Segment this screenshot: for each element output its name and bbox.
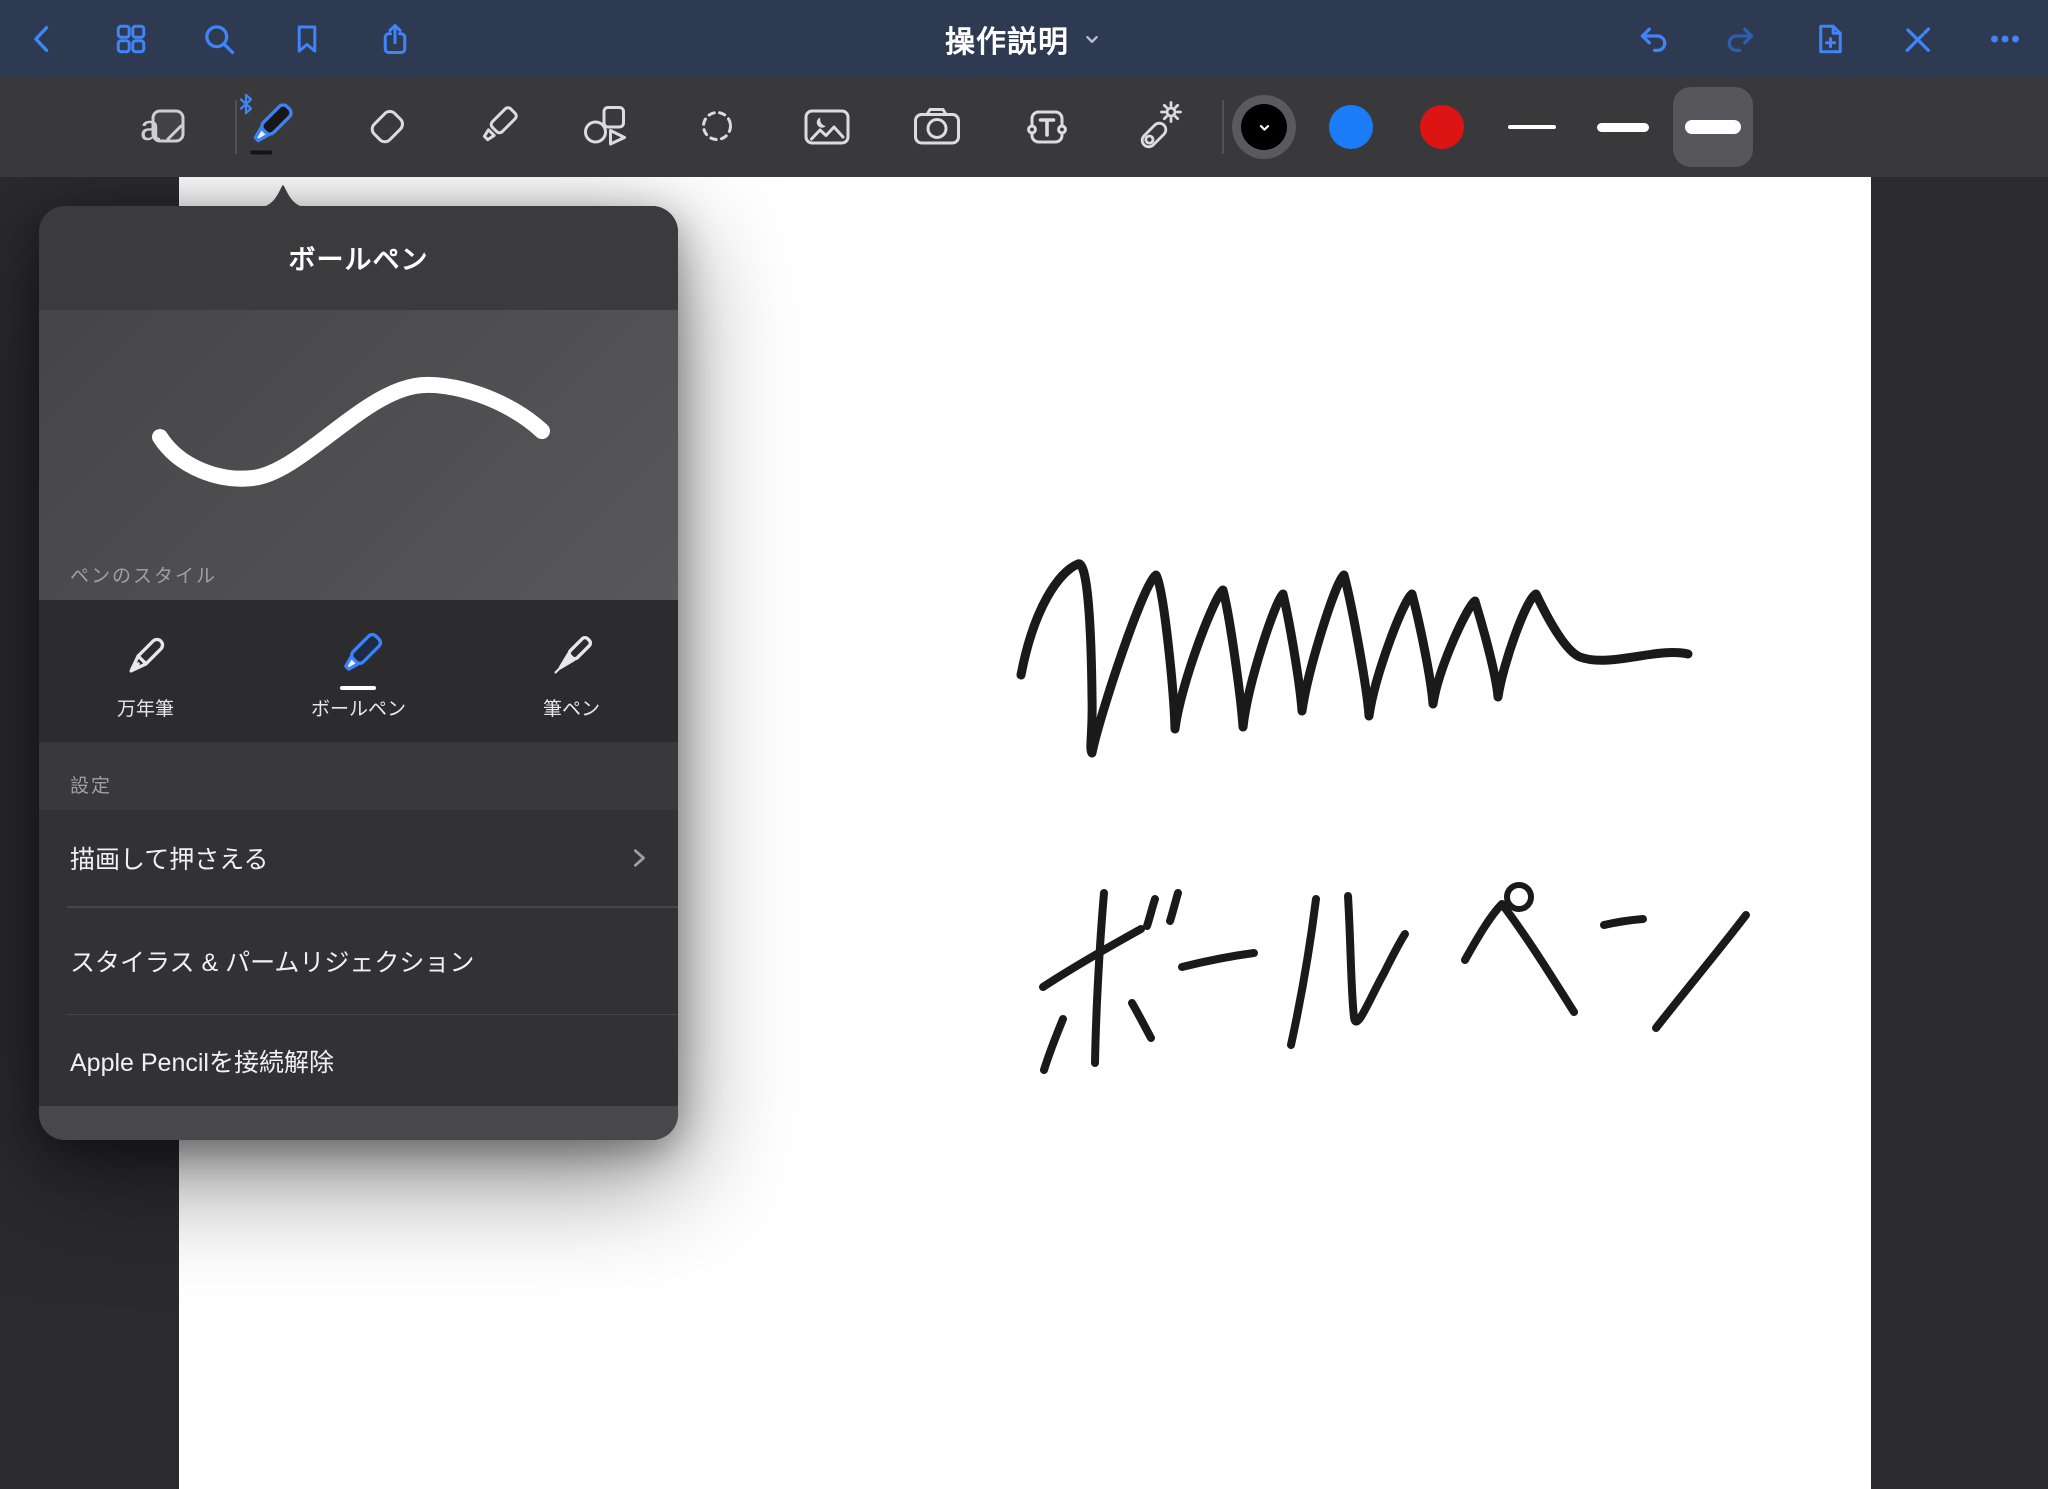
share-button[interactable] bbox=[373, 11, 417, 67]
zoom-window-icon: a bbox=[137, 99, 193, 155]
thumbnails-button[interactable] bbox=[109, 11, 153, 67]
brush-pen-icon bbox=[541, 620, 603, 692]
pen-style-brush[interactable]: 筆ペン bbox=[465, 600, 678, 742]
lasso-icon bbox=[689, 99, 745, 155]
redo-button[interactable] bbox=[1719, 11, 1763, 67]
image-icon bbox=[799, 99, 855, 155]
pen-tool-selected[interactable] bbox=[237, 77, 301, 177]
popover-arrow bbox=[259, 178, 307, 207]
pen-style-options: 万年筆 ボールペン 筆ペン bbox=[39, 600, 678, 742]
thick-stroke-sample bbox=[1685, 120, 1741, 134]
ballpoint-pen-icon bbox=[328, 620, 390, 692]
color-swatch-black-selected[interactable] bbox=[1232, 95, 1296, 159]
popover-header: ボールペン bbox=[39, 206, 678, 310]
chevron-down-icon bbox=[1256, 119, 1273, 136]
document-title-button[interactable]: 操作説明 bbox=[945, 0, 1103, 77]
stroke-width-thin[interactable] bbox=[1492, 87, 1572, 167]
popover-title: ボールペン bbox=[289, 238, 429, 277]
setting-row-draw-and-hold[interactable]: 描画して押さえる bbox=[39, 810, 678, 907]
settings-section-label: 設定 bbox=[70, 771, 112, 798]
bookmark-button[interactable] bbox=[285, 11, 329, 67]
undo-icon bbox=[1635, 21, 1671, 57]
nav-right-group bbox=[1631, 11, 2048, 67]
highlighter-icon bbox=[469, 99, 525, 155]
fountain-pen-icon bbox=[115, 620, 177, 692]
medium-stroke-sample bbox=[1597, 123, 1649, 132]
drawing-toolbar: a bbox=[0, 77, 2048, 177]
pen-style-ballpoint-selected[interactable]: ボールペン bbox=[252, 600, 465, 742]
stroke-width-medium[interactable] bbox=[1583, 87, 1663, 167]
search-icon bbox=[201, 21, 237, 57]
highlighter-tool[interactable] bbox=[469, 77, 525, 177]
selected-style-underline bbox=[340, 686, 376, 691]
camera-tool[interactable] bbox=[909, 77, 965, 177]
more-button[interactable] bbox=[1983, 11, 2027, 67]
page-title: 操作説明 bbox=[945, 17, 1069, 61]
pen-style-section-label: ペンのスタイル bbox=[70, 561, 217, 588]
camera-icon bbox=[909, 99, 965, 155]
zoom-window-tool[interactable]: a bbox=[137, 77, 193, 177]
stroke-preview-area: ペンのスタイル bbox=[39, 310, 678, 600]
more-icon bbox=[1987, 21, 2023, 57]
setting-row-disconnect-apple-pencil[interactable]: Apple Pencilを接続解除 bbox=[39, 1015, 678, 1106]
bookmark-icon bbox=[290, 22, 324, 56]
toolbar-divider bbox=[1222, 100, 1224, 154]
pen-settings-popover: ボールペン ペンのスタイル 万年筆 ボールペン bbox=[39, 206, 678, 1140]
title-chevron-down-icon bbox=[1081, 28, 1103, 50]
stroke-preview-wave bbox=[39, 310, 678, 600]
pen-style-label: ボールペン bbox=[311, 694, 406, 721]
setting-label: Apple Pencilを接続解除 bbox=[70, 1043, 334, 1079]
add-page-button[interactable] bbox=[1807, 11, 1851, 67]
settings-section-header: 設定 bbox=[39, 742, 678, 810]
grid-view-icon bbox=[113, 21, 149, 57]
chevron-right-icon bbox=[628, 843, 650, 873]
undo-button[interactable] bbox=[1631, 11, 1675, 67]
setting-row-stylus-palm-rejection[interactable]: スタイラス & パームリジェクション bbox=[39, 908, 678, 1014]
text-icon bbox=[1019, 99, 1075, 155]
svg-text:a: a bbox=[140, 107, 161, 148]
lasso-tool[interactable] bbox=[689, 77, 745, 177]
shapes-icon bbox=[579, 99, 635, 155]
back-icon bbox=[26, 22, 60, 56]
top-navigation-bar: 操作説明 bbox=[0, 0, 2048, 77]
laser-pointer-icon bbox=[1129, 99, 1185, 155]
popover-footer bbox=[39, 1106, 678, 1140]
black-color-swatch bbox=[1241, 104, 1287, 150]
add-page-icon bbox=[1811, 21, 1847, 57]
stylus-disable-button[interactable] bbox=[1895, 11, 1939, 67]
shapes-tool[interactable] bbox=[579, 77, 635, 177]
insert-image-tool[interactable] bbox=[799, 77, 855, 177]
eraser-icon bbox=[359, 99, 415, 155]
stroke-width-thick-selected[interactable] bbox=[1673, 87, 1753, 167]
share-icon bbox=[377, 21, 413, 57]
setting-label: スタイラス & パームリジェクション bbox=[70, 943, 474, 979]
nav-left-group bbox=[0, 11, 417, 67]
pen-style-label: 万年筆 bbox=[117, 694, 174, 721]
thin-stroke-sample bbox=[1508, 125, 1556, 129]
pen-style-label: 筆ペン bbox=[543, 694, 600, 721]
setting-label: 描画して押さえる bbox=[70, 840, 269, 876]
color-swatch-red[interactable] bbox=[1420, 105, 1464, 149]
back-button[interactable] bbox=[21, 11, 65, 67]
color-swatch-blue[interactable] bbox=[1329, 105, 1373, 149]
bluetooth-icon bbox=[235, 91, 257, 117]
pen-style-fountain[interactable]: 万年筆 bbox=[39, 600, 252, 742]
pen-disconnect-icon bbox=[1899, 21, 1935, 57]
search-button[interactable] bbox=[197, 11, 241, 67]
text-tool[interactable] bbox=[1019, 77, 1075, 177]
laser-pointer-tool[interactable] bbox=[1129, 77, 1185, 177]
eraser-tool[interactable] bbox=[359, 77, 415, 177]
redo-icon bbox=[1723, 21, 1759, 57]
